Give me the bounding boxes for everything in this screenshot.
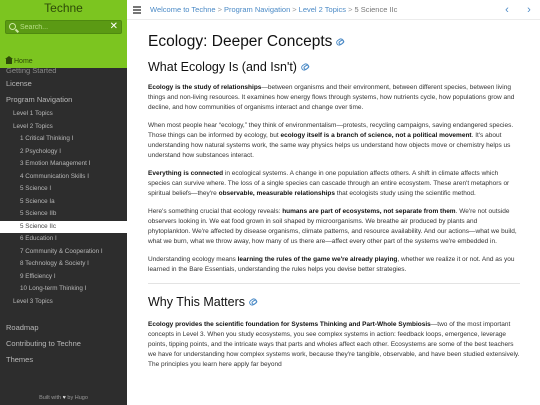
paragraph-1: Ecology is the study of relationships—be… [148, 83, 520, 113]
brand-title[interactable]: Techne [0, 0, 127, 17]
text: Here's something crucial that ecology re… [148, 208, 283, 215]
sidebar-item-science-2b[interactable]: 5 Science IIb [0, 208, 127, 221]
sidebar-item-getting-started[interactable]: Getting Started [0, 68, 127, 76]
sidebar-item-program-navigation[interactable]: Program Navigation [0, 92, 127, 108]
search-icon [9, 23, 16, 30]
text: —two of the most important concepts in L… [148, 321, 520, 368]
bold-text: Ecology provides the scientific foundati… [148, 321, 431, 328]
paragraph-2: When most people hear “ecology,” they th… [148, 121, 520, 161]
text: that ecologists study using the scientif… [334, 190, 476, 197]
built-pre: Built with [39, 395, 62, 401]
breadcrumb-level2[interactable]: Level 2 Topics [299, 5, 346, 14]
sidebar-item-science-1a[interactable]: 5 Science Ia [0, 196, 127, 209]
clear-search-icon[interactable]: ✕ [110, 21, 118, 33]
sidebar: Techne ✕ Home Getting Started License Pr… [0, 0, 127, 405]
sidebar-item-license[interactable]: License [0, 76, 127, 92]
menu-icon[interactable] [133, 6, 141, 14]
breadcrumb: Welcome to Techne > Program Navigation > Lev… [150, 0, 397, 20]
bold-text: humans are part of ecosystems, not separ… [282, 208, 456, 215]
breadcrumb-current: 5 Science IIc [354, 5, 398, 14]
bold-text: ecology itself is a branch of science, n… [280, 132, 472, 139]
sidebar-item-level2[interactable]: Level 2 Topics [0, 121, 127, 134]
sidebar-item-level3[interactable]: Level 3 Topics [0, 296, 127, 309]
sidebar-item-science-1[interactable]: 5 Science I [0, 183, 127, 196]
sidebar-item-technology[interactable]: 8 Technology & Society I [0, 258, 127, 271]
text: Understanding ecology means [148, 256, 238, 263]
main-content: Ecology: Deeper Concepts What Ecology Is… [148, 20, 520, 405]
prev-page-icon[interactable]: ‹ [496, 0, 518, 20]
sidebar-item-roadmap[interactable]: Roadmap [0, 320, 127, 336]
breadcrumb-welcome[interactable]: Welcome to Techne [150, 5, 216, 14]
bold-text: learning the rules of the game we're alr… [237, 256, 398, 263]
search-area: ✕ [0, 17, 127, 57]
topbar: Welcome to Techne > Program Navigation > Lev… [127, 0, 540, 20]
page-title: Ecology: Deeper Concepts [148, 31, 520, 53]
breadcrumb-sep: > [348, 5, 353, 14]
page-title-text: Ecology: Deeper Concepts [148, 33, 333, 50]
search-box: ✕ [5, 20, 122, 34]
paragraph-3: Everything is connected in ecological sy… [148, 169, 520, 199]
section-heading-why-this-matters: Why This Matters [148, 293, 520, 311]
sidebar-item-contributing[interactable]: Contributing to Techne [0, 336, 127, 352]
built-with: Built with ♥ by Hugo [0, 395, 127, 401]
sidebar-item-themes[interactable]: Themes [0, 352, 127, 368]
sidebar-item-science-2c[interactable]: 5 Science IIc [0, 220, 127, 233]
section-heading-text: What Ecology Is (and Isn't) [148, 60, 297, 74]
search-input[interactable] [20, 21, 110, 33]
sidebar-item-critical-thinking[interactable]: 1 Critical Thinking I [0, 133, 127, 146]
heart-icon: ♥ [62, 395, 66, 401]
built-post: by Hugo [67, 395, 88, 401]
paragraph-5: Understanding ecology means learning the… [148, 255, 520, 275]
section-heading-text: Why This Matters [148, 295, 246, 309]
sidebar-item-efficiency[interactable]: 9 Efficiency I [0, 271, 127, 284]
sidebar-item-education[interactable]: 6 Education I [0, 233, 127, 246]
sidebar-home[interactable]: Home [0, 55, 127, 68]
link-icon[interactable] [335, 37, 346, 47]
bold-text: Ecology is the study of relationships [148, 84, 262, 91]
breadcrumb-program-navigation[interactable]: Program Navigation [224, 5, 290, 14]
sidebar-item-level1[interactable]: Level 1 Topics [0, 108, 127, 121]
next-page-icon[interactable]: › [518, 0, 540, 20]
sidebar-item-emotion-management[interactable]: 3 Emotion Management I [0, 158, 127, 171]
section-heading-what-ecology-is: What Ecology Is (and Isn't) [148, 58, 520, 76]
breadcrumb-sep: > [292, 5, 297, 14]
link-icon[interactable] [299, 62, 310, 72]
bold-text: Everything is connected [148, 170, 224, 177]
sidebar-item-psychology[interactable]: 2 Psychology I [0, 146, 127, 159]
bold-text: observable, measurable relationships [218, 190, 335, 197]
sidebar-item-long-term[interactable]: 10 Long-term Thinking I [0, 283, 127, 296]
paragraph-6: Ecology provides the scientific foundati… [148, 320, 520, 370]
sidebar-item-community[interactable]: 7 Community & Cooperation I [0, 246, 127, 259]
paragraph-4: Here's something crucial that ecology re… [148, 207, 520, 247]
home-icon [5, 56, 13, 64]
breadcrumb-sep: > [217, 5, 222, 14]
home-label: Home [14, 58, 33, 65]
link-icon[interactable] [248, 297, 259, 307]
sidebar-item-communication-skills[interactable]: 4 Communication Skills I [0, 171, 127, 184]
divider [148, 283, 520, 284]
